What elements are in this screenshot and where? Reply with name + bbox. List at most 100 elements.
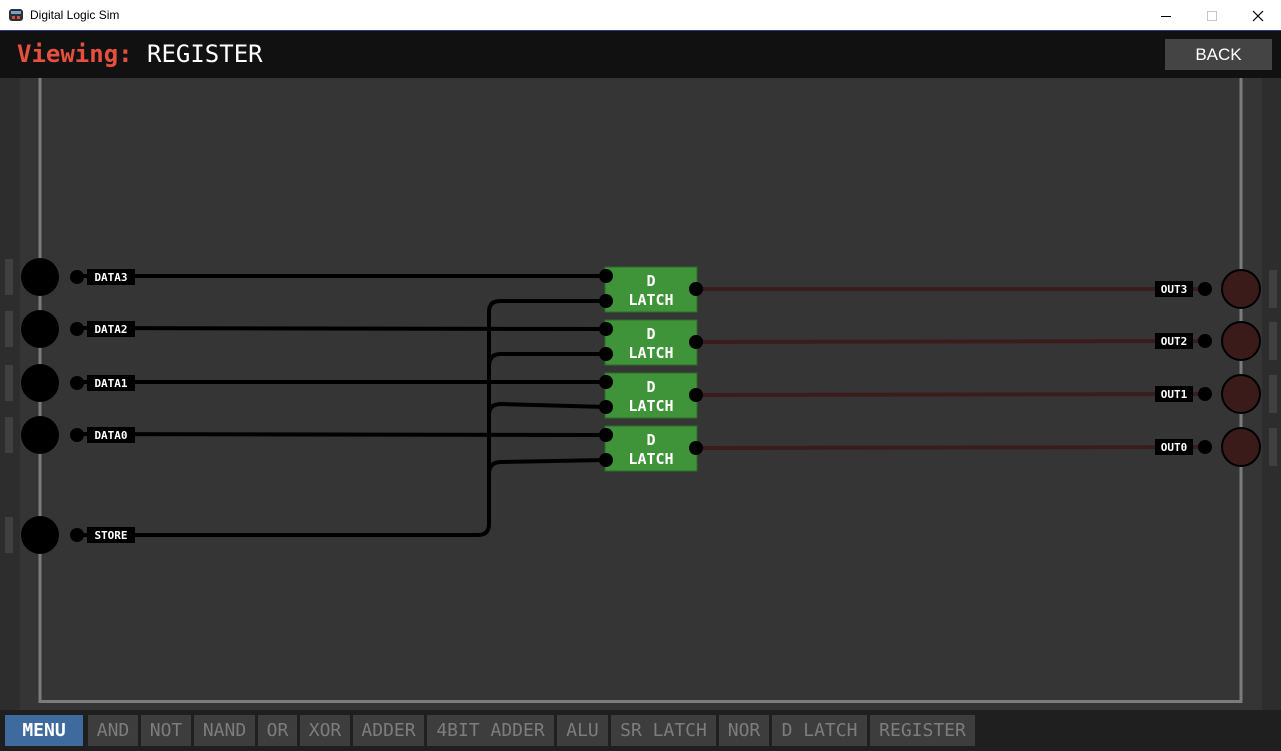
chip-button-sr-latch[interactable]: SR LATCH [611, 715, 716, 746]
maximize-button[interactable] [1189, 0, 1235, 31]
chip-button-or[interactable]: OR [258, 715, 297, 746]
wire-data2[interactable] [75, 326, 608, 331]
minimize-button[interactable] [1143, 0, 1189, 31]
chip-output-pin[interactable] [689, 388, 703, 402]
pin-dot[interactable] [70, 376, 84, 390]
wire-data0[interactable] [75, 432, 608, 437]
chip-output-pin[interactable] [689, 335, 703, 349]
output-indicator [1221, 427, 1261, 467]
chip-output-pin[interactable] [689, 282, 703, 296]
chip-button-d-latch[interactable]: D LATCH [772, 715, 867, 746]
wire-store-latch2[interactable] [487, 352, 608, 368]
input-toggle[interactable] [21, 416, 59, 454]
chip-label-line1: D [646, 272, 655, 290]
chip-label-line2: LATCH [628, 344, 673, 362]
chip-button-adder[interactable]: ADDER [353, 715, 424, 746]
chip-input-pin[interactable] [599, 375, 613, 389]
circuit-canvas[interactable]: DATA3 DATA2 DATA1 DATA0 STORE D LATCH D … [0, 78, 1281, 710]
input-data1[interactable]: DATA1 [21, 364, 135, 402]
circuit-svg: DATA3 DATA2 DATA1 DATA0 STORE D LATCH D … [0, 78, 1281, 710]
chip-output-pin[interactable] [689, 441, 703, 455]
input-label: DATA1 [94, 377, 127, 390]
pin-dot[interactable] [1198, 440, 1212, 454]
chip-input-pin[interactable] [599, 453, 613, 467]
output-label: OUT0 [1161, 441, 1188, 454]
input-handle[interactable] [5, 311, 13, 347]
chip-input-pin[interactable] [599, 322, 613, 336]
output-indicator [1221, 374, 1261, 414]
chip-button-not[interactable]: NOT [141, 715, 191, 746]
d-latch-chip-0[interactable]: D LATCH [599, 425, 703, 472]
chip-button-xor[interactable]: XOR [300, 715, 350, 746]
wire-out1[interactable] [695, 392, 1206, 397]
d-latch-chip-3[interactable]: D LATCH [599, 266, 703, 313]
wire-store-latch1[interactable] [487, 401, 608, 417]
chip-button-nand[interactable]: NAND [194, 715, 255, 746]
chip-label-line1: D [646, 431, 655, 449]
close-icon [1252, 10, 1264, 21]
chip-label-line1: D [646, 325, 655, 343]
input-toggle[interactable] [21, 258, 59, 296]
pin-dot[interactable] [70, 428, 84, 442]
pin-dot[interactable] [1198, 387, 1212, 401]
input-toggle[interactable] [21, 516, 59, 554]
pin-dot[interactable] [1198, 282, 1212, 296]
chip-button-4bit-adder[interactable]: 4BIT ADDER [427, 715, 554, 746]
chip-label-line2: LATCH [628, 291, 673, 309]
d-latch-chip-2[interactable]: D LATCH [599, 319, 703, 366]
viewing-label: Viewing: [17, 40, 133, 68]
d-latch-chip-1[interactable]: D LATCH [599, 372, 703, 419]
wire-out0[interactable] [695, 445, 1206, 450]
wire-store-latch3[interactable] [75, 299, 608, 537]
output-handle[interactable] [1269, 375, 1277, 413]
close-button[interactable] [1235, 0, 1281, 31]
chip-input-pin[interactable] [599, 269, 613, 283]
minimize-icon [1161, 15, 1171, 17]
input-handle[interactable] [5, 517, 13, 553]
input-data2[interactable]: DATA2 [21, 310, 135, 348]
pin-dot[interactable] [70, 270, 84, 284]
output-handle[interactable] [1269, 322, 1277, 360]
output-handle[interactable] [1269, 270, 1277, 308]
chip-button-nor[interactable]: NOR [719, 715, 769, 746]
pin-dot[interactable] [1198, 334, 1212, 348]
chip-input-pin[interactable] [599, 294, 613, 308]
input-toggle[interactable] [21, 310, 59, 348]
input-handle[interactable] [5, 417, 13, 453]
output-label: OUT1 [1161, 388, 1188, 401]
input-label: DATA2 [94, 323, 127, 336]
output-indicator [1221, 269, 1261, 309]
chip-input-pin[interactable] [599, 347, 613, 361]
chip-label-line1: D [646, 378, 655, 396]
input-data0[interactable]: DATA0 [21, 416, 135, 454]
app-icon [9, 9, 23, 21]
menu-button[interactable]: MENU [5, 715, 83, 746]
input-toggle[interactable] [21, 364, 59, 402]
chip-label-line2: LATCH [628, 450, 673, 468]
output-out0[interactable]: OUT0 [1155, 427, 1261, 467]
input-data3[interactable]: DATA3 [21, 258, 135, 296]
chip-button-alu[interactable]: ALU [557, 715, 608, 746]
output-out3[interactable]: OUT3 [1155, 269, 1261, 309]
input-label: DATA0 [94, 429, 127, 442]
output-handle[interactable] [1269, 428, 1277, 466]
back-button[interactable]: BACK [1165, 39, 1272, 70]
viewing-chip-name: REGISTER [147, 40, 263, 68]
output-out2[interactable]: OUT2 [1155, 321, 1261, 361]
output-label: OUT2 [1161, 335, 1188, 348]
input-handle[interactable] [5, 259, 13, 295]
input-store[interactable]: STORE [21, 516, 135, 554]
pin-dot[interactable] [70, 322, 84, 336]
chip-input-pin[interactable] [599, 428, 613, 442]
chip-bar: MENU AND NOT NAND OR XOR ADDER 4BIT ADDE… [0, 711, 1281, 751]
pin-dot[interactable] [70, 528, 84, 542]
viewing-header: Viewing: REGISTER BACK [0, 31, 1281, 78]
window-titlebar: Digital Logic Sim [0, 0, 1281, 31]
chip-input-pin[interactable] [599, 400, 613, 414]
chip-button-register[interactable]: REGISTER [870, 715, 975, 746]
output-out1[interactable]: OUT1 [1155, 374, 1261, 414]
input-handle[interactable] [5, 365, 13, 401]
wire-store-latch0[interactable] [487, 458, 608, 476]
wire-out2[interactable] [695, 339, 1206, 344]
chip-button-and[interactable]: AND [88, 715, 138, 746]
